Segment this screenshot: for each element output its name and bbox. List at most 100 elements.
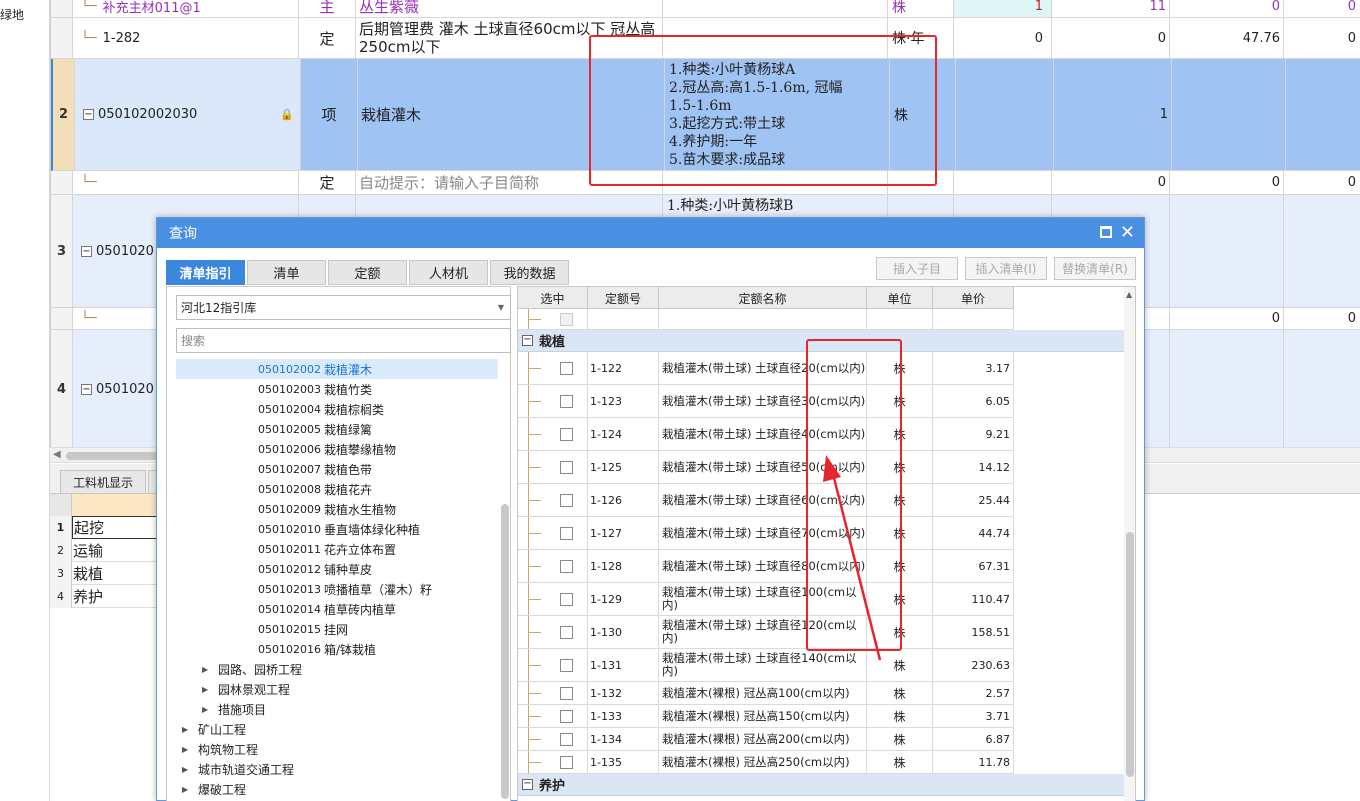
tree-item[interactable]: 050102002 栽植灌木 [176,359,498,379]
tree-group[interactable]: ▶ 矿山工程 [176,719,498,739]
scroll-thumb[interactable] [66,452,166,460]
row-quantity[interactable] [956,59,1054,170]
quota-row[interactable]: 1-135 栽植灌木(裸根) 冠丛高250(cm以内) 株 11.78 [518,751,1014,774]
list-item[interactable]: 2 运输 [50,539,160,562]
select-checkbox[interactable] [560,755,573,769]
list-item[interactable]: 4 养护 [50,585,160,608]
insert-subitem-button[interactable]: 插入子目 [876,257,958,280]
quota-row[interactable]: 1-134 栽植灌木(裸根) 冠丛高200(cm以内) 株 6.87 [518,728,1014,751]
quota-row[interactable]: 1-128 栽植灌木(带土球) 土球直径80(cm以内) 株 67.31 [518,550,1014,583]
quota-unit: 株 [867,550,933,582]
tree-item[interactable]: 050102014 植草砖内植草 [176,599,498,619]
grid-row-selected[interactable]: 2 −050102002030 🔒 项 栽植灌木 1.种类:小叶黄杨球A 2.冠丛… [51,59,1360,171]
select-checkbox[interactable] [560,526,573,540]
list-item[interactable]: 1 起挖 [50,516,160,539]
quota-row[interactable]: 1-122 栽植灌木(带土球) 土球直径20(cm以内) 株 3.17 [518,352,1014,385]
tab-bill[interactable]: 清单 [247,260,326,285]
collapse-icon[interactable]: − [81,384,92,395]
tree-item[interactable]: 050102003 栽植竹类 [176,379,498,399]
tree-item[interactable]: 050102004 栽植棕榈类 [176,399,498,419]
table-row[interactable] [518,309,1014,330]
chevron-right-icon: ▶ [182,784,189,794]
select-checkbox[interactable] [560,361,573,375]
quota-row[interactable]: 1-123 栽植灌木(带土球) 土球直径30(cm以内) 株 6.05 [518,385,1014,418]
quota-row[interactable]: 1-130 栽植灌木(带土球) 土球直径120(cm以内) 株 158.51 [518,616,1014,649]
tree-group[interactable]: ▶ 措施项目 [176,699,498,719]
select-checkbox[interactable] [560,686,573,700]
row-quantity[interactable]: 0 [954,18,1052,58]
grid-row[interactable]: └─ 1-282 定 后期管理费 灌木 土球直径60cm以下 冠丛高250cm以下… [51,18,1360,59]
quota-price: 11.78 [933,751,1014,773]
tree-group[interactable]: ▶ 爆破工程 [176,779,498,799]
tree-item[interactable]: 050102010 垂直墙体绿化种植 [176,519,498,539]
library-select[interactable]: 河北12指引库 ▼ [176,295,511,320]
quota-group-planting[interactable]: − 栽植 [518,330,1124,352]
collapse-icon[interactable]: − [522,335,533,346]
select-checkbox[interactable] [560,559,573,573]
select-checkbox[interactable] [560,658,573,672]
tree-group[interactable]: ▶ 城市轨道交通工程 [176,759,498,779]
grid-row[interactable]: └─ 定 自动提示：请输入子目简称 0 0 0 [51,171,1360,195]
quota-row[interactable]: 1-125 栽植灌木(带土球) 土球直径50(cm以内) 株 14.12 [518,451,1014,484]
scroll-left-icon[interactable]: ◀ [53,449,61,460]
quota-price: 230.63 [933,649,1014,681]
tree-item[interactable]: 050102011 花卉立体布置 [176,539,498,559]
maximize-icon[interactable] [1100,226,1112,238]
quota-name: 栽植灌木(裸根) 冠丛高150(cm以内) [659,705,867,727]
quota-code: 1-125 [588,451,659,483]
quota-row[interactable]: 1-129 栽植灌木(带土球) 土球直径100(cm以内) 株 110.47 [518,583,1014,616]
replace-bill-button[interactable]: 替换清单(R) [1054,257,1136,280]
row-name-hint[interactable]: 自动提示：请输入子目简称 [356,171,663,194]
tree-item[interactable]: 050102006 栽植攀缘植物 [176,439,498,459]
row-quantity[interactable]: 1 [954,0,1052,17]
quota-row[interactable]: 1-124 栽植灌木(带土球) 土球直径40(cm以内) 株 9.21 [518,418,1014,451]
select-checkbox[interactable] [560,493,573,507]
tree-item[interactable]: 050102013 喷播植草（灌木）籽 [176,579,498,599]
quota-row[interactable]: 1-127 栽植灌木(带土球) 土球直径70(cm以内) 株 44.74 [518,517,1014,550]
row-quantity[interactable] [954,171,1052,194]
tree-scrollbar[interactable] [499,359,511,801]
scroll-up-icon[interactable]: ▲ [1126,290,1132,299]
select-checkbox[interactable] [560,625,573,639]
close-icon[interactable]: ✕ [1120,222,1135,243]
tree-item[interactable]: 050102007 栽植色带 [176,459,498,479]
tree-group[interactable]: ▶ 园林景观工程 [176,679,498,699]
tree-item[interactable]: 050102009 栽植水生植物 [176,499,498,519]
select-checkbox[interactable] [560,709,573,723]
collapse-icon[interactable]: − [522,779,533,790]
quota-row[interactable]: 1-132 栽植灌木(裸根) 冠丛高100(cm以内) 株 2.57 [518,682,1014,705]
tab-material-display[interactable]: 工料机显示 [60,470,146,494]
select-checkbox[interactable] [560,460,573,474]
tree-item[interactable]: 050102016 箱/钵栽植 [176,639,498,659]
quota-row[interactable]: 1-133 栽植灌木(裸根) 冠丛高150(cm以内) 株 3.71 [518,705,1014,728]
collapse-icon[interactable]: − [81,245,92,257]
tab-quota[interactable]: 定额 [328,260,407,285]
tab-labor-material-machine[interactable]: 人材机 [409,260,488,285]
list-item[interactable]: 3 栽植 [50,562,160,585]
tree-item[interactable]: 050102008 栽植花卉 [176,479,498,499]
tab-my-data[interactable]: 我的数据 [490,260,569,285]
select-checkbox[interactable] [560,732,573,746]
select-checkbox[interactable] [560,427,573,441]
select-checkbox[interactable] [560,592,573,606]
quota-row[interactable]: 1-126 栽植灌木(带土球) 土球直径60(cm以内) 株 25.44 [518,484,1014,517]
quota-table-header: 选中 定额号 定额名称 单位 单价 [518,287,1014,309]
tree-item[interactable]: 050102012 铺种草皮 [176,559,498,579]
row-code: 补充主材011@1 [102,1,201,16]
insert-bill-button[interactable]: 插入清单(I) [965,257,1047,280]
select-checkbox[interactable] [560,394,573,408]
tree-group[interactable]: ▶ 园路、园桥工程 [176,659,498,679]
scroll-thumb[interactable] [1126,532,1134,777]
tree-item[interactable]: 050102015 挂网 [176,619,498,639]
collapse-icon[interactable]: − [83,109,94,120]
quota-group-maintenance[interactable]: − 养护 [518,774,1124,796]
quota-scrollbar[interactable]: ▲ [1124,287,1135,801]
tree-item[interactable]: 050102005 栽植绿篱 [176,419,498,439]
dialog-title-bar[interactable]: 查询 ✕ [157,218,1144,248]
tree-group[interactable]: ▶ 构筑物工程 [176,739,498,759]
grid-row[interactable]: └─ 补充主材011@1 主 丛生紫薇 株 1 11 0 0 [51,0,1360,18]
tab-bill-guide[interactable]: 清单指引 [166,260,245,285]
search-input[interactable] [176,328,511,353]
scroll-thumb[interactable] [501,504,509,799]
quota-row[interactable]: 1-131 栽植灌木(带土球) 土球直径140(cm以内) 株 230.63 [518,649,1014,682]
